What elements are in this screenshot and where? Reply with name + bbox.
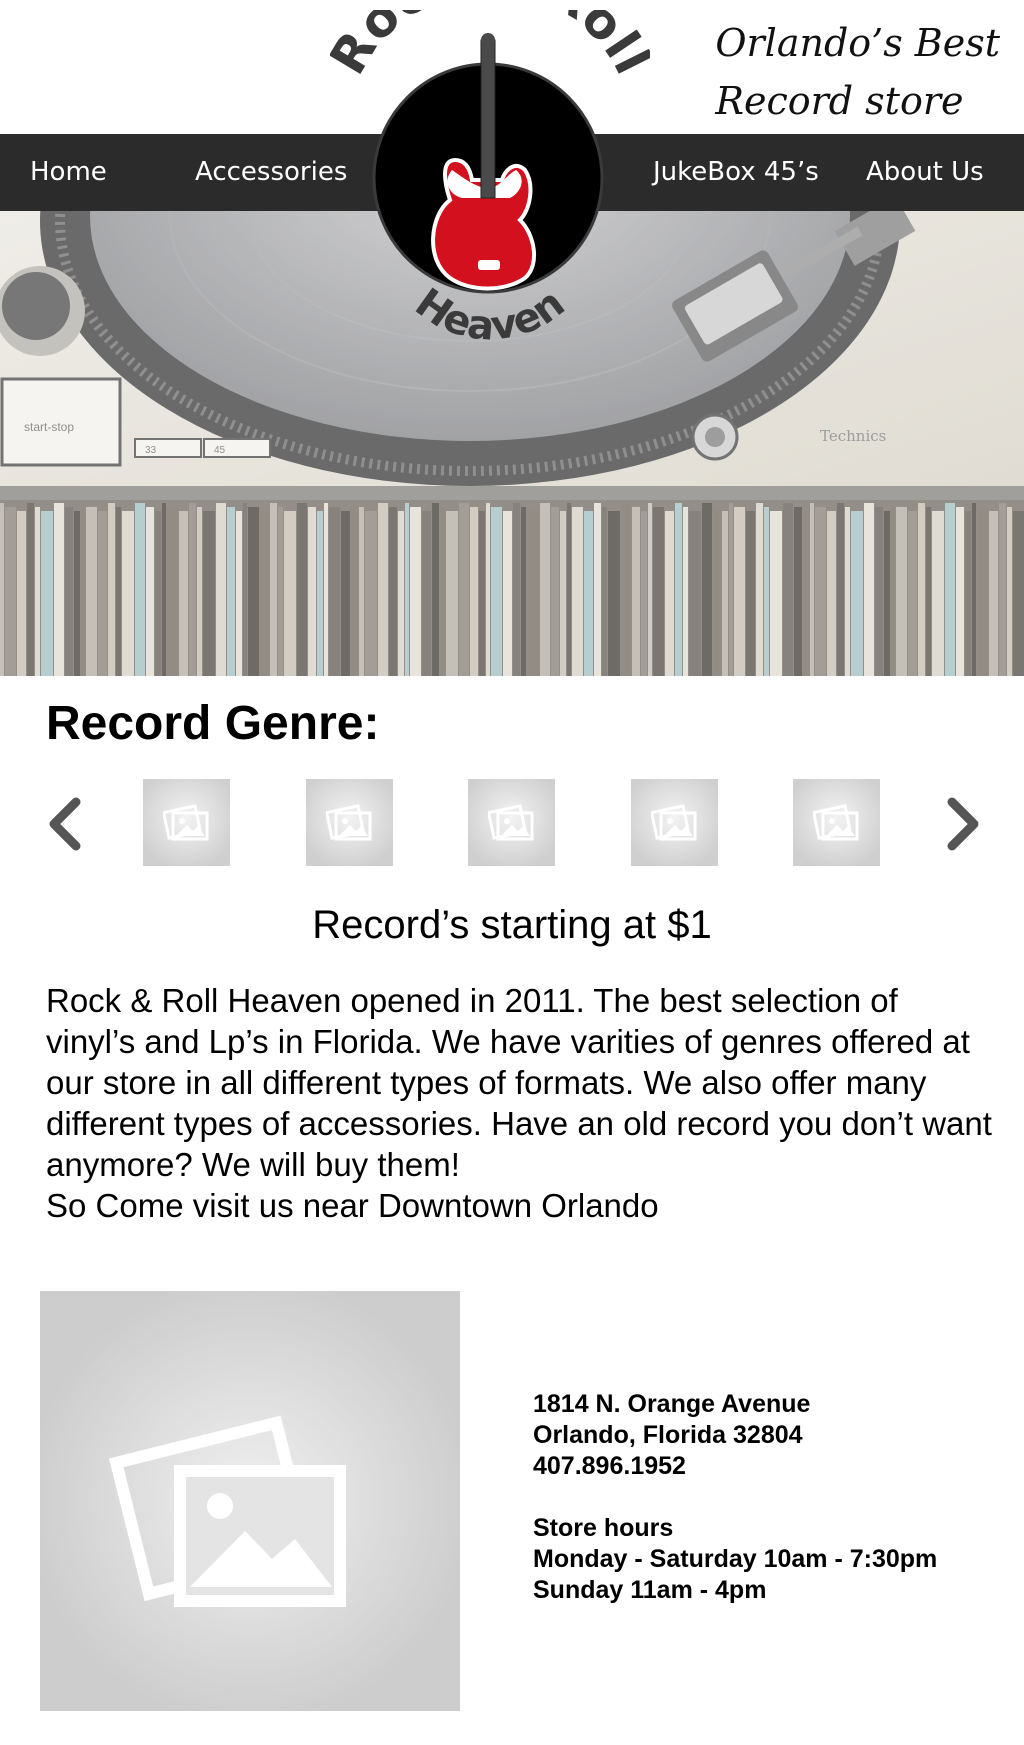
genre-thumbnail-1[interactable] <box>143 779 230 866</box>
genre-thumbnail-5[interactable] <box>793 779 880 866</box>
hours-sunday: Sunday 11am - 4pm <box>533 1576 767 1604</box>
tagline-line-2: Record store <box>715 79 964 123</box>
phone-number[interactable]: 407.896.1952 <box>533 1451 1003 1482</box>
image-placeholder-icon <box>488 804 534 841</box>
hours-weekday: Monday - Saturday 10am - 7:30pm <box>533 1545 938 1573</box>
nav-jukebox-45s[interactable]: JukeBox 45’s <box>653 134 819 211</box>
carousel-prev-button[interactable] <box>44 796 84 852</box>
about-paragraph: Rock & Roll Heaven opened in 2011. The b… <box>46 980 996 1226</box>
genre-thumbnail-4[interactable] <box>631 779 718 866</box>
image-placeholder-icon <box>108 1415 346 1607</box>
chevron-right-icon <box>947 797 979 851</box>
about-line-5: anymore? We will buy them! <box>46 1146 460 1183</box>
about-line-4: different types of accessories. Have an … <box>46 1105 992 1142</box>
hours-title: Store hours <box>533 1514 674 1542</box>
store-image-placeholder <box>40 1291 460 1711</box>
about-line-3: our store in all different types of form… <box>46 1064 927 1101</box>
price-headline: Record’s starting at $1 <box>312 903 712 947</box>
image-placeholder-icon <box>813 804 859 841</box>
image-placeholder-icon <box>651 804 697 841</box>
about-line-6: So Come visit us near Downtown Orlando <box>46 1187 659 1224</box>
header-tagline: Orlando’s Best Record store <box>715 14 1000 130</box>
chevron-left-icon <box>49 797 81 851</box>
contact-info: 1814 N. Orange Avenue Orlando, Florida 3… <box>533 1389 1003 1606</box>
carousel-next-button[interactable] <box>944 796 984 852</box>
site-logo[interactable]: Rock & Roll Heaven <box>318 0 661 350</box>
genre-thumbnail-2[interactable] <box>306 779 393 866</box>
genre-thumbnail-3[interactable] <box>468 779 555 866</box>
contact-spacer <box>533 1482 1003 1513</box>
logo-graphic: Rock & Roll Heaven <box>318 0 661 350</box>
nav-about-us[interactable]: About Us <box>866 134 984 211</box>
nav-accessories[interactable]: Accessories <box>195 134 347 211</box>
tagline-line-1: Orlando’s Best <box>715 21 1000 65</box>
address-line-2: Orlando, Florida 32804 <box>533 1421 803 1449</box>
about-line-2: vinyl’s and Lp’s in Florida. We have var… <box>46 1023 970 1060</box>
image-placeholder-icon <box>326 804 372 841</box>
genre-heading: Record Genre: <box>46 697 380 750</box>
image-placeholder-icon <box>163 804 209 841</box>
address-line-1: 1814 N. Orange Avenue <box>533 1390 811 1418</box>
nav-home[interactable]: Home <box>30 134 107 211</box>
about-line-1: Rock & Roll Heaven opened in 2011. The b… <box>46 982 898 1019</box>
